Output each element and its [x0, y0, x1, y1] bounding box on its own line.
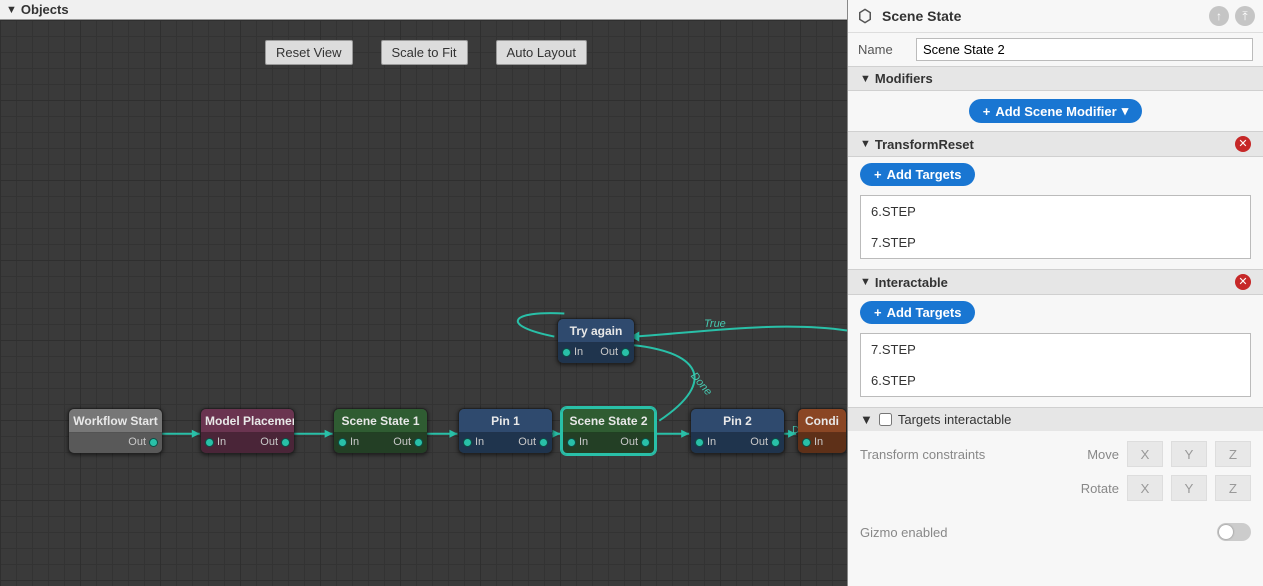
arrow-top-button[interactable]: ⤒: [1235, 6, 1255, 26]
scale-to-fit-button[interactable]: Scale to Fit: [381, 40, 468, 65]
caret-down-icon: ▼: [6, 4, 17, 16]
list-item[interactable]: 6.STEP: [861, 365, 1250, 396]
node-scene-state-2[interactable]: Scene State 2 In Out: [561, 407, 656, 455]
rotate-x-button[interactable]: X: [1127, 475, 1163, 501]
node-title: Scene State 1: [334, 409, 427, 433]
targets-interactable-label: Targets interactable: [898, 412, 1011, 427]
caret-down-icon: ▼: [860, 412, 873, 427]
node-pin-1[interactable]: Pin 1 Done In Out: [458, 408, 553, 454]
move-y-button[interactable]: Y: [1171, 441, 1207, 467]
edge-label-true: True: [704, 318, 726, 330]
inspector-title: Scene State: [882, 8, 1201, 24]
node-canvas[interactable]: Reset View Scale to Fit Auto Layout: [0, 20, 847, 586]
move-x-button[interactable]: X: [1127, 441, 1163, 467]
transform-targets-list: 6.STEP 7.STEP: [860, 195, 1251, 259]
port-out[interactable]: [539, 438, 548, 447]
rotate-y-button[interactable]: Y: [1171, 475, 1207, 501]
remove-transform-reset-button[interactable]: ✕: [1235, 136, 1251, 152]
node-try-again[interactable]: Try again In Out: [557, 318, 635, 364]
node-pin-2[interactable]: Pin 2 Done In Out: [690, 408, 785, 454]
plus-icon: +: [874, 167, 882, 182]
caret-down-icon: ▼: [860, 138, 871, 150]
edge-label-done: Done: [688, 370, 714, 398]
transform-reset-header[interactable]: ▼ TransformReset ✕: [848, 131, 1263, 157]
edges: [0, 20, 847, 586]
objects-panel-title: Objects: [21, 2, 69, 17]
node-title: Pin 1: [459, 409, 552, 433]
rotate-z-button[interactable]: Z: [1215, 475, 1251, 501]
targets-interactable-row[interactable]: ▼ Targets interactable: [848, 407, 1263, 431]
add-scene-modifier-button[interactable]: + Add Scene Modifier ▾: [969, 99, 1142, 123]
move-label: Move: [1087, 447, 1119, 462]
caret-down-icon: ▼: [860, 276, 871, 288]
scene-state-icon: [856, 7, 874, 25]
port-in[interactable]: [205, 438, 214, 447]
port-out[interactable]: [149, 438, 158, 447]
node-title: Pin 2: [691, 409, 784, 433]
port-out[interactable]: [621, 348, 630, 357]
node-title: Try again: [558, 319, 634, 343]
remove-interactable-button[interactable]: ✕: [1235, 274, 1251, 290]
port-in[interactable]: [463, 438, 472, 447]
add-targets-interactable-button[interactable]: + Add Targets: [860, 301, 975, 324]
port-in[interactable]: [802, 438, 811, 447]
list-item[interactable]: 6.STEP: [861, 196, 1250, 227]
reset-view-button[interactable]: Reset View: [265, 40, 353, 65]
arrow-up-button[interactable]: ↑: [1209, 6, 1229, 26]
port-out[interactable]: [414, 438, 423, 447]
caret-down-icon: ▼: [860, 73, 871, 85]
gizmo-enabled-switch[interactable]: [1217, 523, 1251, 541]
name-input[interactable]: [916, 38, 1253, 61]
node-scene-state-1[interactable]: Scene State 1 In Out: [333, 408, 428, 454]
node-condition[interactable]: Condi In: [797, 408, 847, 454]
port-out[interactable]: [771, 438, 780, 447]
port-in[interactable]: [695, 438, 704, 447]
list-item[interactable]: 7.STEP: [861, 227, 1250, 258]
port-in[interactable]: [562, 348, 571, 357]
transform-constraints-label: Transform constraints: [860, 447, 1079, 462]
node-title: Workflow Start: [69, 409, 162, 433]
add-targets-transform-button[interactable]: + Add Targets: [860, 163, 975, 186]
canvas-toolbar: Reset View Scale to Fit Auto Layout: [265, 40, 587, 65]
port-out[interactable]: [281, 438, 290, 447]
node-title: Condi: [798, 409, 846, 433]
interactable-header[interactable]: ▼ Interactable ✕: [848, 269, 1263, 295]
list-item[interactable]: 7.STEP: [861, 334, 1250, 365]
gizmo-enabled-label: Gizmo enabled: [860, 525, 947, 540]
caret-down-icon: ▾: [1122, 103, 1129, 119]
node-title: Scene State 2: [563, 409, 654, 433]
interactable-targets-list: 7.STEP 6.STEP: [860, 333, 1251, 397]
port-in[interactable]: [338, 438, 347, 447]
port-in[interactable]: [567, 438, 576, 447]
inspector-panel: Scene State ↑ ⤒ Name ▼ Modifiers + Add S…: [848, 0, 1263, 586]
targets-interactable-checkbox[interactable]: [879, 413, 892, 426]
rotate-label: Rotate: [1081, 481, 1119, 496]
modifiers-section-header[interactable]: ▼ Modifiers: [848, 66, 1263, 91]
plus-icon: +: [874, 305, 882, 320]
node-title: Model Placement: [201, 409, 294, 433]
objects-panel-header[interactable]: ▼ Objects: [0, 0, 847, 20]
port-out[interactable]: [641, 438, 650, 447]
name-label: Name: [858, 42, 908, 57]
node-model-placement[interactable]: Model Placement In Out: [200, 408, 295, 454]
plus-icon: +: [983, 104, 991, 119]
move-z-button[interactable]: Z: [1215, 441, 1251, 467]
auto-layout-button[interactable]: Auto Layout: [496, 40, 587, 65]
node-workflow-start[interactable]: Workflow Start Out: [68, 408, 163, 454]
